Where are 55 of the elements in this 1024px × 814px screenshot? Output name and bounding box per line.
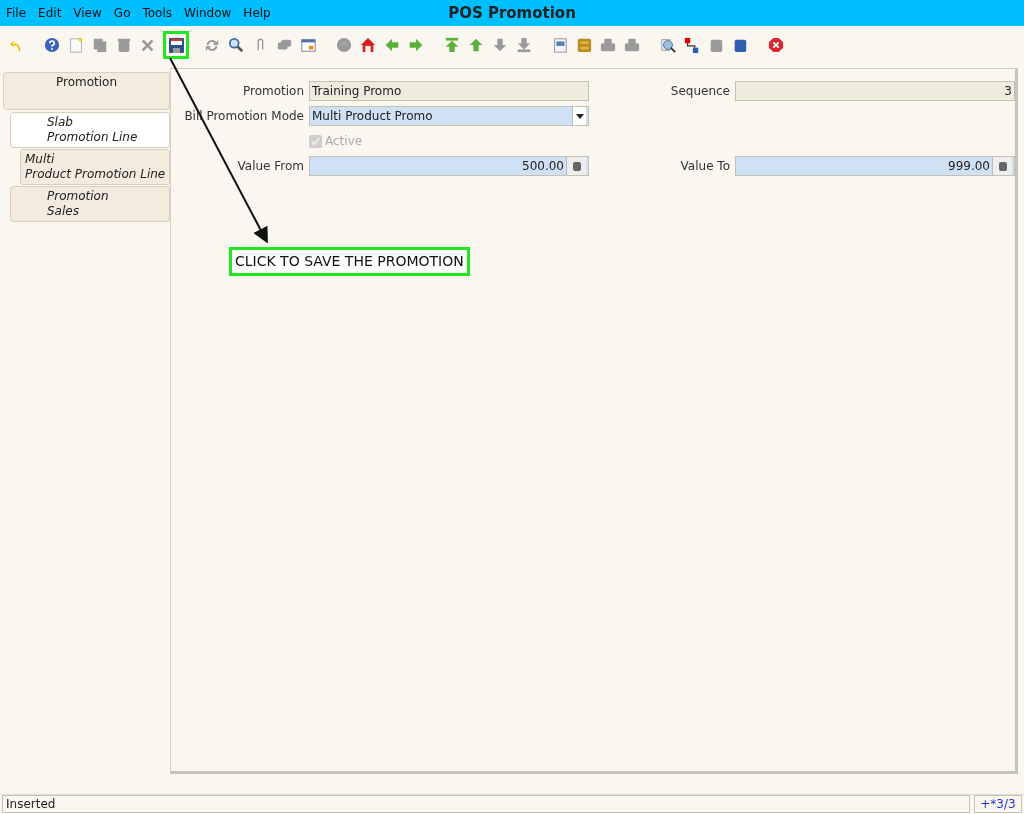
archive-icon [576, 36, 592, 54]
zoom-icon [660, 36, 676, 54]
menu-item[interactable]: Window [178, 4, 238, 22]
tab[interactable]: Slab Promotion Line [10, 112, 170, 148]
workflow-icon [684, 36, 700, 54]
toolbar-button[interactable] [766, 35, 786, 55]
input-field[interactable]: 500.00 [309, 156, 589, 176]
menu-item[interactable]: View [67, 4, 108, 22]
field-label: Promotion [241, 83, 304, 100]
menu-item[interactable]: File [0, 4, 33, 22]
left-arrow-icon [384, 36, 400, 54]
close-icon [768, 36, 784, 54]
tab[interactable]: Promotion Sales [10, 186, 170, 222]
field-label: Value From [236, 158, 304, 175]
copy-icon [92, 36, 108, 54]
tab[interactable]: Promotion [3, 72, 170, 110]
menu-item[interactable]: Tools [136, 4, 179, 22]
printer-icon [624, 36, 640, 54]
window-title: POS Promotion [448, 3, 576, 22]
dropdown-icon [572, 107, 586, 125]
field-label: Sequence [669, 83, 730, 100]
report-icon [552, 36, 568, 54]
save-icon [167, 36, 185, 54]
toolbar-button[interactable] [42, 35, 62, 55]
bottom-arrow-icon [516, 36, 532, 54]
callout-label: CLICK TO SAVE THE PROMOTION [229, 247, 470, 276]
home-icon [360, 36, 376, 54]
down-arrow-icon [492, 36, 508, 54]
search-icon [228, 36, 244, 54]
checkbox-label: Active [325, 133, 363, 150]
toolbar-button[interactable] [163, 31, 189, 59]
trash-icon [116, 36, 132, 54]
right-arrow-icon [408, 36, 424, 54]
calculator-icon [992, 157, 1012, 175]
input-field[interactable]: 3 [735, 81, 1015, 101]
menu-item[interactable]: Edit [32, 4, 68, 22]
printer-icon [600, 36, 616, 54]
menu-item[interactable]: Go [107, 4, 137, 22]
dropdown-field[interactable]: Multi Product Promo [309, 106, 589, 126]
calculator-icon [566, 157, 586, 175]
record-counter: +*3/3 [974, 795, 1022, 813]
toolbar-button[interactable] [226, 35, 246, 55]
top-arrow-icon [444, 36, 460, 54]
input-field[interactable]: 999.00 [735, 156, 1015, 176]
toolbar-button[interactable] [358, 35, 378, 55]
menu-item[interactable]: Help [237, 4, 277, 22]
tab[interactable]: Multi Product Promotion Line [20, 149, 170, 185]
help-icon [44, 36, 60, 54]
history-icon [336, 36, 352, 54]
field-label: Value To [679, 158, 730, 175]
table-icon [300, 36, 316, 54]
status-message: Inserted [2, 795, 970, 813]
document-icon [68, 36, 84, 54]
input-field[interactable]: Training Promo [309, 81, 589, 101]
up-arrow-icon [468, 36, 484, 54]
